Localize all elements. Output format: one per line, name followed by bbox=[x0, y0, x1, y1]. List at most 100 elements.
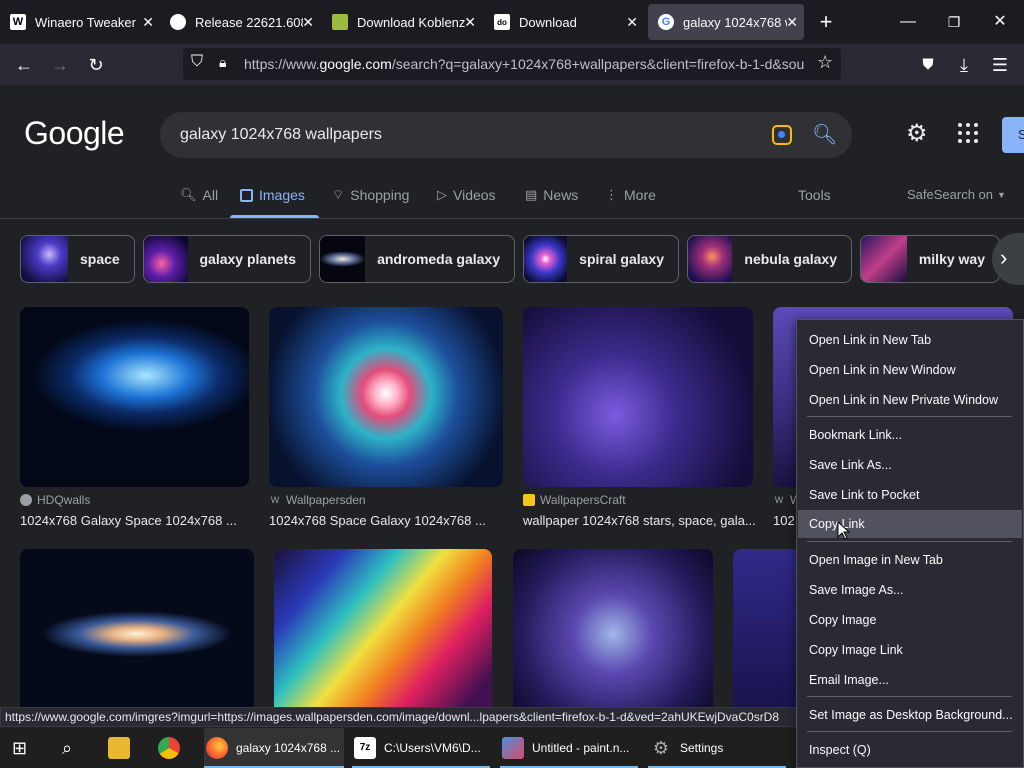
close-icon[interactable]: ✕ bbox=[142, 14, 154, 31]
result-title-3[interactable]: wallpaper 1024x768 stars, space, gala... bbox=[523, 513, 756, 528]
menu-copy-image-link[interactable]: Copy Image Link bbox=[798, 637, 1022, 663]
tab-more[interactable]: ⋮ More bbox=[605, 187, 656, 203]
google-lens-icon[interactable] bbox=[772, 125, 792, 145]
tab-news[interactable]: ▤ News bbox=[525, 187, 578, 203]
apps-grid-icon[interactable] bbox=[958, 123, 978, 143]
chip-spiral-galaxy[interactable]: spiral galaxy bbox=[523, 235, 679, 283]
tab-koblenz[interactable]: Download Koblenz- ✕ bbox=[322, 0, 482, 44]
result-title-1[interactable]: 1024x768 Galaxy Space 1024x768 ... bbox=[20, 513, 237, 528]
lock-icon[interactable]: 🔒︎ bbox=[219, 54, 226, 71]
result-source-2[interactable]: W Wallpapersden bbox=[269, 493, 366, 507]
address-bar[interactable]: ⛉ 🔒︎ https://www.google.com/search?q=gal… bbox=[183, 48, 841, 80]
taskbar-7zip[interactable]: 7z C:\Users\VM6\D... bbox=[352, 728, 490, 768]
downloads-icon[interactable]: ⤓ bbox=[951, 52, 977, 78]
menu-separator bbox=[807, 416, 1012, 417]
menu-set-desktop-background[interactable]: Set Image as Desktop Background... bbox=[798, 702, 1022, 728]
search-icon[interactable]: ⌕ bbox=[62, 728, 72, 768]
settings-gear-icon[interactable]: ⚙ bbox=[906, 119, 928, 148]
menu-open-link-new-window[interactable]: Open Link in New Window bbox=[798, 357, 1022, 383]
restore-button[interactable]: ❐ bbox=[934, 8, 974, 36]
chrome-icon[interactable] bbox=[158, 728, 188, 768]
back-icon[interactable]: ← bbox=[11, 52, 37, 78]
file-explorer-icon[interactable] bbox=[108, 728, 138, 768]
menu-separator bbox=[807, 731, 1012, 732]
chip-space[interactable]: space bbox=[20, 235, 135, 283]
chip-thumbnail bbox=[861, 236, 907, 282]
search-input[interactable]: galaxy 1024x768 wallpapers bbox=[180, 126, 382, 144]
github-icon bbox=[170, 14, 186, 30]
minimize-button[interactable]: — bbox=[888, 8, 928, 36]
chip-galaxy-planets[interactable]: galaxy planets bbox=[143, 235, 311, 283]
play-icon: ▷ bbox=[437, 187, 447, 202]
menu-inspect[interactable]: Inspect (Q) bbox=[798, 737, 1022, 763]
result-image-7[interactable] bbox=[513, 549, 713, 707]
chip-milky-way[interactable]: milky way bbox=[860, 235, 1000, 283]
menu-save-link-as[interactable]: Save Link As... bbox=[798, 452, 1022, 478]
taskbar-paint[interactable]: Untitled - paint.n... bbox=[500, 728, 638, 768]
result-image-1[interactable] bbox=[20, 307, 249, 487]
google-logo[interactable]: Google bbox=[24, 115, 125, 152]
tab-title: Release 22621.608.5 bbox=[195, 14, 303, 30]
menu-save-link-to-pocket[interactable]: Save Link to Pocket bbox=[798, 482, 1022, 508]
browser-tab-bar: W Winaero Tweaker ✕ Release 22621.608.5 … bbox=[0, 0, 1024, 44]
image-icon bbox=[240, 188, 253, 202]
start-windows-icon[interactable]: ⊞ bbox=[12, 728, 27, 768]
result-title-2[interactable]: 1024x768 Space Galaxy 1024x768 ... bbox=[269, 513, 486, 528]
tab-shopping[interactable]: ⌔ Shopping bbox=[332, 187, 409, 203]
dropdown-arrow-icon: ▼ bbox=[997, 189, 1006, 200]
tab-title: Winaero Tweaker bbox=[35, 14, 136, 30]
menu-copy-image[interactable]: Copy Image bbox=[798, 607, 1022, 633]
chip-thumbnail bbox=[688, 236, 733, 282]
menu-save-image-as[interactable]: Save Image As... bbox=[798, 577, 1022, 603]
chip-thumbnail bbox=[320, 236, 366, 282]
tab-all[interactable]: 🔍︎ All bbox=[180, 187, 218, 203]
tab-google-active[interactable]: G galaxy 1024x768 wa ✕ bbox=[648, 4, 804, 40]
pocket-icon[interactable]: ⛊ bbox=[915, 52, 941, 78]
menu-copy-link[interactable]: Copy Link bbox=[798, 510, 1022, 538]
result-image-5[interactable] bbox=[20, 549, 254, 707]
chip-thumbnail bbox=[21, 236, 68, 282]
tab-images[interactable]: Images bbox=[240, 187, 305, 203]
tools-button[interactable]: Tools bbox=[798, 187, 831, 203]
menu-icon[interactable]: ☰ bbox=[987, 52, 1013, 78]
tab-winaero[interactable]: W Winaero Tweaker ✕ bbox=[0, 0, 160, 44]
taskbar-settings[interactable]: ⚙ Settings bbox=[648, 728, 786, 768]
menu-open-link-new-tab[interactable]: Open Link in New Tab bbox=[798, 327, 1022, 353]
close-icon[interactable]: ✕ bbox=[626, 14, 638, 31]
safesearch-toggle[interactable]: SafeSearch on ▼ bbox=[907, 187, 1006, 202]
search-box[interactable]: galaxy 1024x768 wallpapers 🔍︎ bbox=[160, 112, 852, 158]
link-status-bar: https://www.google.com/imgres?imgurl=htt… bbox=[0, 707, 796, 727]
forward-icon[interactable]: → bbox=[47, 52, 73, 78]
close-icon[interactable]: ✕ bbox=[302, 14, 314, 31]
chip-nebula-galaxy[interactable]: nebula galaxy bbox=[687, 235, 852, 283]
tab-title: Download bbox=[519, 14, 577, 30]
menu-open-link-private-window[interactable]: Open Link in New Private Window bbox=[798, 387, 1022, 413]
sign-in-button[interactable]: S bbox=[1002, 117, 1024, 153]
google-icon: G bbox=[658, 14, 674, 30]
menu-email-image[interactable]: Email Image... bbox=[798, 667, 1022, 693]
close-icon[interactable]: ✕ bbox=[464, 14, 476, 31]
tracking-protection-icon[interactable]: ⛉ bbox=[191, 53, 203, 71]
result-title-4[interactable]: 102 bbox=[773, 513, 795, 528]
result-image-2[interactable] bbox=[269, 307, 503, 487]
chip-thumbnail bbox=[144, 236, 188, 282]
menu-open-image-new-tab[interactable]: Open Image in New Tab bbox=[798, 547, 1022, 573]
close-icon[interactable]: ✕ bbox=[786, 14, 798, 31]
new-tab-button[interactable]: + bbox=[806, 8, 846, 36]
menu-bookmark-link[interactable]: Bookmark Link... bbox=[798, 422, 1022, 448]
result-source-3[interactable]: WallpapersCraft bbox=[523, 493, 626, 507]
reload-icon[interactable]: ↻ bbox=[83, 52, 109, 78]
tab-download[interactable]: do Download ✕ bbox=[484, 0, 644, 44]
bookmark-star-icon[interactable]: ☆ bbox=[817, 52, 833, 73]
tab-github[interactable]: Release 22621.608.5 ✕ bbox=[160, 0, 320, 44]
taskbar-firefox[interactable]: galaxy 1024x768 ... bbox=[204, 728, 344, 768]
tab-videos[interactable]: ▷ Videos bbox=[437, 187, 496, 203]
result-source-1[interactable]: HDQwalls bbox=[20, 493, 90, 507]
search-icon[interactable]: 🔍︎ bbox=[812, 122, 837, 147]
result-image-3[interactable] bbox=[523, 307, 753, 487]
close-window-button[interactable]: ✕ bbox=[980, 8, 1020, 36]
chip-andromeda-galaxy[interactable]: andromeda galaxy bbox=[319, 235, 515, 283]
url-text: https://www.google.com/search?q=galaxy+1… bbox=[244, 56, 804, 72]
firefox-icon bbox=[206, 737, 228, 759]
result-image-6[interactable] bbox=[274, 549, 492, 707]
